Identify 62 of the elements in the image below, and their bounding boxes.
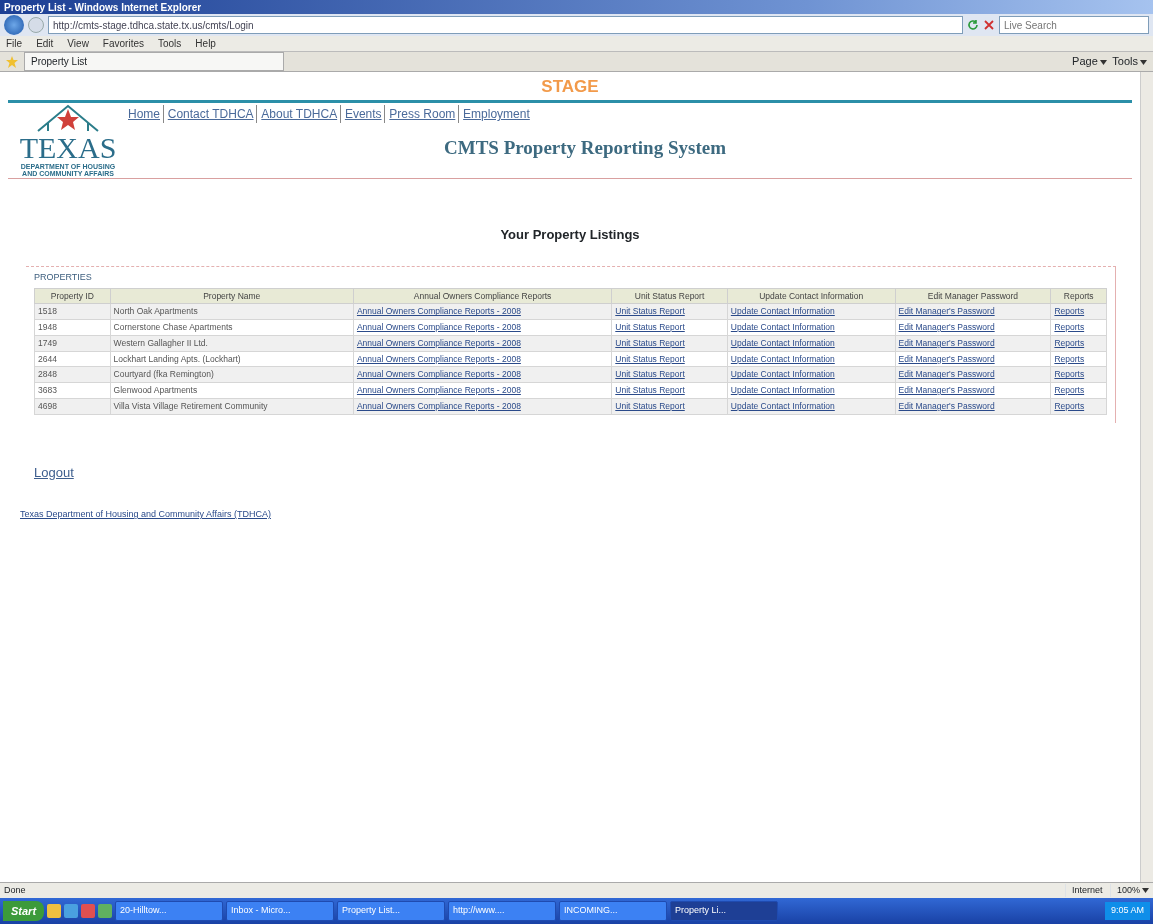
clock: 9:05 AM xyxy=(1104,902,1150,920)
table-cell: Cornerstone Chase Apartments xyxy=(110,319,354,336)
address-field[interactable]: http://cmts-stage.tdhca.state.tx.us/cmts/Login xyxy=(48,16,963,34)
scrollbar[interactable] xyxy=(1140,72,1153,882)
zoom-level[interactable]: 100% xyxy=(1110,883,1149,898)
quick-launch-icon[interactable] xyxy=(81,904,96,918)
start-button[interactable]: Start xyxy=(3,900,45,922)
caret-icon xyxy=(1142,887,1149,893)
quick-launch-icon[interactable] xyxy=(98,904,113,918)
section-label: PROPERTIES xyxy=(34,271,93,285)
caret-icon xyxy=(1140,59,1147,65)
taskbar-button[interactable]: INCOMING... xyxy=(559,901,668,921)
column-header: Property ID xyxy=(34,288,111,304)
stage-label: STAGE xyxy=(540,76,600,98)
nav-link[interactable]: About TDHCA xyxy=(256,105,338,124)
menu-item[interactable]: Edit xyxy=(36,36,54,51)
nav-link[interactable]: Employment xyxy=(458,105,530,124)
menu-item[interactable]: View xyxy=(67,36,89,51)
favorites-star-icon[interactable] xyxy=(6,55,18,68)
status-text: Done xyxy=(4,883,26,897)
refresh-icon[interactable] xyxy=(967,19,979,31)
column-header: Reports xyxy=(1050,288,1107,304)
caret-icon xyxy=(1099,59,1107,65)
nav-link[interactable]: Events xyxy=(339,105,382,124)
menu-item[interactable]: File xyxy=(6,36,23,51)
page-heading: Your Property Listings xyxy=(499,225,641,244)
nav-link[interactable]: Contact TDHCA xyxy=(162,105,254,124)
column-header: Unit Status Report xyxy=(611,288,728,304)
column-header: Annual Owners Compliance Reports xyxy=(353,288,612,304)
logout-link[interactable]: Logout xyxy=(34,462,74,483)
table-cell: Lockhart Landing Apts. (Lockhart) xyxy=(110,351,354,367)
back-button[interactable] xyxy=(4,15,24,35)
site-title: CMTS Property Reporting System xyxy=(444,137,726,159)
table-cell: Glenwood Apartments xyxy=(110,382,354,399)
footer-link[interactable]: Texas Department of Housing and Community Affairs (TDHCA) xyxy=(20,508,271,522)
zone-label: Internet xyxy=(1065,883,1103,898)
taskbar-button[interactable]: Inbox - Micro... xyxy=(226,901,335,921)
command-button[interactable]: Page xyxy=(1072,53,1107,70)
taskbar-button[interactable]: 20-Hilltow... xyxy=(115,901,224,921)
taskbar-button[interactable]: Property Li... xyxy=(670,901,779,921)
window-title: Property List - Windows Internet Explorer xyxy=(0,0,1153,14)
column-header: Edit Manager Password xyxy=(895,288,1051,304)
logo-wordmark: TEXAS xyxy=(19,132,117,163)
search-field[interactable]: Live Search xyxy=(999,16,1149,34)
column-header: Update Contact Information xyxy=(727,288,896,304)
forward-button[interactable] xyxy=(28,17,44,33)
nav-link[interactable]: Press Room xyxy=(384,105,456,124)
quick-launch-icon[interactable] xyxy=(64,904,79,918)
browser-tab[interactable]: Property List xyxy=(24,52,284,71)
quick-launch-icon[interactable] xyxy=(47,904,62,918)
taskbar-button[interactable]: Property List... xyxy=(337,901,446,921)
column-header: Property Name xyxy=(110,288,354,304)
menu-item[interactable]: Help xyxy=(195,36,216,51)
menu-item[interactable]: Tools xyxy=(158,36,182,51)
table-cell: 3683 xyxy=(34,382,111,399)
nav-link[interactable]: Home xyxy=(128,105,160,124)
menu-item[interactable]: Favorites xyxy=(102,36,144,51)
command-button[interactable]: Tools xyxy=(1112,53,1147,70)
table-cell: 2644 xyxy=(34,351,111,367)
close-icon[interactable] xyxy=(983,19,995,31)
table-cell: 1948 xyxy=(34,319,111,336)
taskbar-button[interactable]: http://www.... xyxy=(448,901,557,921)
